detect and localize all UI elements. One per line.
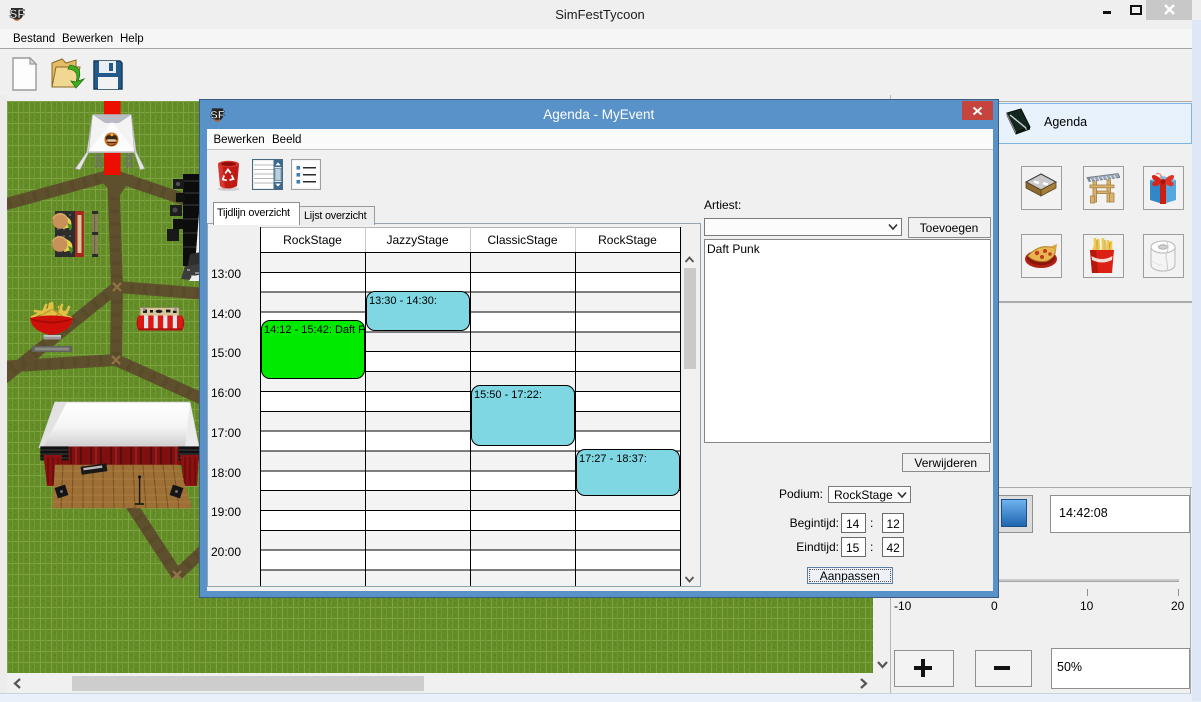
svg-text:SF: SF: [9, 7, 24, 21]
